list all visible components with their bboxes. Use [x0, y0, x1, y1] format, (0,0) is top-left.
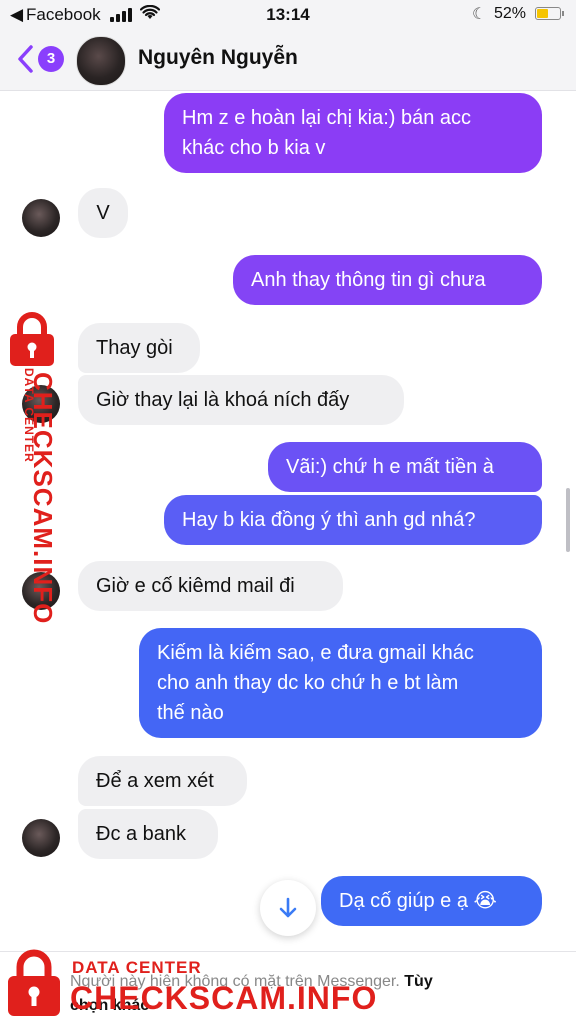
sender-avatar[interactable]: [22, 819, 60, 857]
watermark-bottom-big: CHECKSCAM.INFO: [70, 980, 378, 1016]
message-line: Vãi:) chứ h e mất tiền à: [286, 456, 494, 478]
watermark-side: DATA CENTER CHECKSCAM.INFO: [2, 308, 72, 624]
message-line: cho anh thay dc ko chứ h e bt làm: [157, 672, 459, 694]
contact-name[interactable]: Nguyên Nguyễn: [138, 46, 298, 70]
message-line: Hm z e hoàn lại chị kia:) bán acc: [182, 107, 472, 129]
watermark-side-big: CHECKSCAM.INFO: [27, 372, 58, 624]
message-line: V: [96, 202, 110, 224]
message-bubble[interactable]: Anh thay thông tin gì chưa: [233, 255, 542, 305]
message-bubble[interactable]: Giờ e cố kiêmd mail đi: [78, 561, 343, 611]
arrow-down-icon: [279, 897, 297, 918]
watermark-bottom: DATA CENTER CHECKSCAM.INFO: [0, 946, 576, 1024]
message-thread: Hm z e hoàn lại chị kia:) bán acc khác c…: [0, 91, 576, 951]
message-bubble[interactable]: Hay b kia đồng ý thì anh gd nhá?: [164, 495, 542, 545]
contact-avatar[interactable]: [76, 36, 126, 86]
lock-icon: [8, 949, 60, 1016]
conversation-header: 3 Nguyên Nguyễn: [0, 30, 576, 91]
message-bubble[interactable]: Kiếm là kiếm sao, e đưa gmail khác cho a…: [139, 628, 542, 738]
lock-icon: [10, 312, 54, 366]
battery-icon: [535, 7, 561, 20]
unread-count-badge[interactable]: 3: [38, 46, 64, 72]
back-chevron-icon[interactable]: [16, 44, 36, 74]
message-line: Anh thay thông tin gì chưa: [251, 269, 486, 291]
battery-tip: [562, 11, 564, 16]
message-bubble[interactable]: Đc a bank: [78, 809, 218, 859]
status-bar: ◀ Facebook 13:14 ☾ 52%: [0, 0, 576, 30]
message-line: Kiếm là kiếm sao, e đưa gmail khác: [157, 642, 474, 664]
battery-fill: [537, 9, 548, 18]
battery-percentage: 52%: [494, 5, 527, 22]
message-line: Giờ e cố kiêmd mail đi: [96, 575, 295, 597]
message-line: Thay gòi: [96, 337, 173, 359]
message-line: Dạ cố giúp e ạ 😭: [339, 890, 497, 912]
message-bubble[interactable]: Để a xem xét: [78, 756, 247, 806]
message-line: thế nào: [157, 702, 224, 724]
message-bubble[interactable]: Hm z e hoàn lại chị kia:) bán acc khác c…: [164, 93, 542, 173]
message-bubble[interactable]: Dạ cố giúp e ạ 😭: [321, 876, 542, 926]
message-line: Để a xem xét: [96, 770, 214, 792]
message-line: Giờ thay lại là khoá ních đấy: [96, 389, 350, 411]
message-bubble[interactable]: Vãi:) chứ h e mất tiền à: [268, 442, 542, 492]
scroll-to-bottom-button[interactable]: [260, 880, 316, 936]
message-line: Hay b kia đồng ý thì anh gd nhá?: [182, 509, 476, 531]
watermark-bottom-small: DATA CENTER: [72, 958, 202, 977]
clock: 13:14: [266, 5, 310, 24]
message-bubble[interactable]: Thay gòi: [78, 323, 200, 373]
message-line: khác cho b kia v: [182, 137, 326, 159]
message-bubble[interactable]: V: [78, 188, 128, 238]
watermark-side-big-text: CHECKSCAM.INFO: [28, 372, 58, 625]
message-bubble[interactable]: Giờ thay lại là khoá ních đấy: [78, 375, 404, 425]
sender-avatar[interactable]: [22, 199, 60, 237]
scrollbar[interactable]: [566, 488, 570, 552]
message-line: Đc a bank: [96, 823, 187, 845]
moon-icon: ☾: [472, 6, 487, 23]
